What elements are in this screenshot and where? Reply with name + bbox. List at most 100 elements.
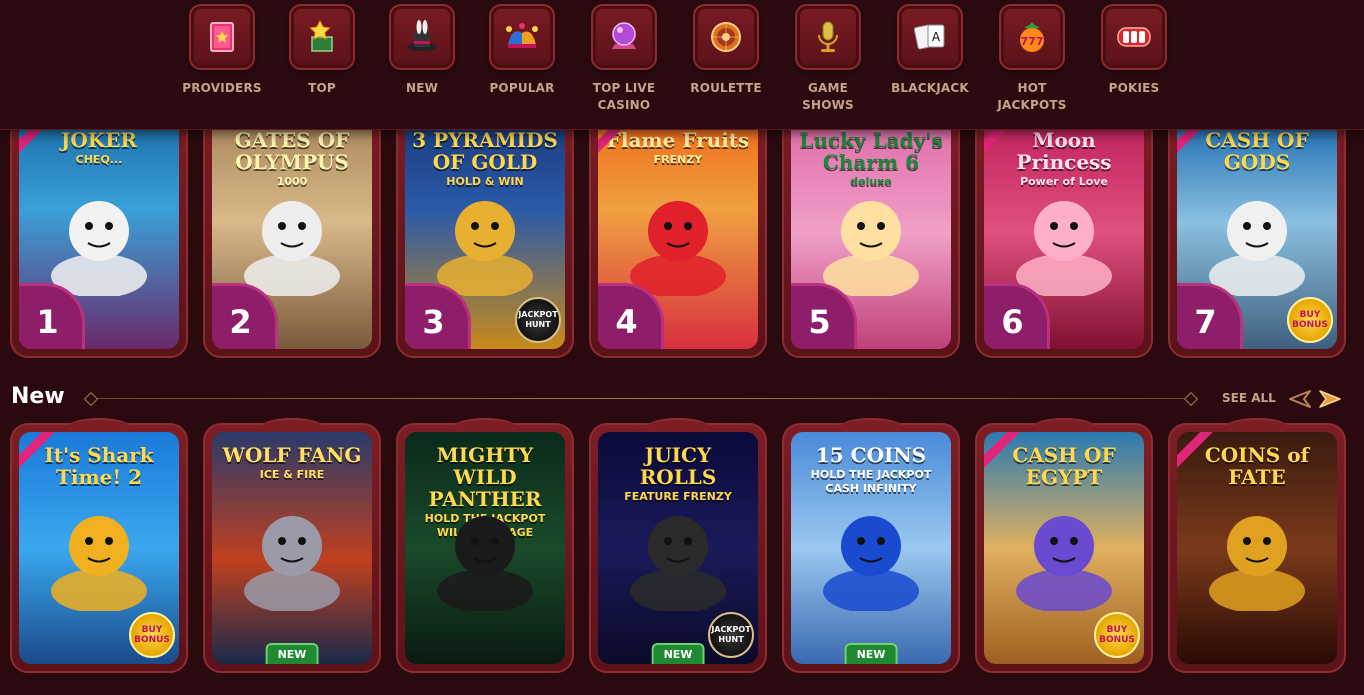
category-label: TOP <box>308 81 336 95</box>
game-title-text: Moon Princess <box>1016 128 1112 174</box>
game-thumbnail: COINS of FATE <box>1177 432 1337 664</box>
svg-text:777: 777 <box>1021 35 1044 48</box>
game-card[interactable]: JOKER CHEQ... 1 <box>10 103 188 358</box>
category-label: HOT JACKPOTS <box>997 81 1067 112</box>
game-thumbnail: 15 COINS HOLD THE JACKPOT CASH INFINITY N… <box>791 432 951 664</box>
star-box-icon <box>289 4 355 70</box>
game-title: CASH OF EGYPT <box>984 444 1144 488</box>
crystal-ball-icon <box>591 4 657 70</box>
game-thumbnail: GATES OF OLYMPUS 1000 2 <box>212 117 372 349</box>
jester-hat-icon <box>489 4 555 70</box>
game-title: WOLF FANG ICE & FIRE <box>212 444 372 482</box>
category-pokies[interactable]: POKIES <box>1088 4 1180 97</box>
buy-bonus-badge: BUY BONUS <box>1287 297 1333 343</box>
game-thumbnail: CASH OF GODS BUY BONUS 7 <box>1177 117 1337 349</box>
game-thumbnail: JUICY ROLLS FEATURE FRENZY JACKPOT HUNT NE… <box>598 432 758 664</box>
category-label: POPULAR <box>489 81 555 95</box>
game-character-illustration <box>1202 176 1312 300</box>
category-label: GAME SHOWS <box>802 81 854 112</box>
category-label: NEW <box>405 81 439 95</box>
game-title-text: 3 PYRAMIDS OF GOLD <box>412 128 558 174</box>
category-hot-jackpots[interactable]: 777 HOT JACKPOTS <box>986 4 1078 114</box>
svg-text:A: A <box>932 30 941 44</box>
section-title: New <box>11 384 65 409</box>
playing-cards-icon: A <box>897 4 963 70</box>
microphone-icon <box>795 4 861 70</box>
section-divider <box>86 398 1196 399</box>
prev-arrow-icon[interactable] <box>1286 388 1312 410</box>
game-title-text: 15 COINS <box>815 443 927 467</box>
game-card[interactable]: GATES OF OLYMPUS 1000 2 <box>203 103 381 358</box>
game-title-text: WOLF FANG <box>222 443 362 467</box>
game-card[interactable]: Lucky Lady's Charm 6 deluxe 5 <box>782 103 960 358</box>
buy-bonus-badge: BUY BONUS <box>129 612 175 658</box>
game-card[interactable]: 3 PYRAMIDS OF GOLD HOLD & WIN JACKPOT HUN… <box>396 103 574 358</box>
category-popular[interactable]: POPULAR <box>476 4 568 97</box>
game-card[interactable]: CASH OF EGYPT BUY BONUS <box>975 418 1153 673</box>
category-roulette[interactable]: ROULETTE <box>680 4 772 97</box>
game-character-illustration <box>237 176 347 300</box>
category-new[interactable]: NEW <box>376 4 468 97</box>
category-label: TOP LIVE CASINO <box>592 81 656 112</box>
category-providers[interactable]: PROVIDERS <box>176 4 268 97</box>
game-card[interactable]: MIGHTY WILD PANTHERHOLD THE JACKPOT WILD… <box>396 418 574 673</box>
game-title-text: JUICY ROLLS <box>639 443 717 489</box>
see-all-link[interactable]: SEE ALL <box>1222 391 1276 405</box>
game-title-text: Flame Fruits <box>606 128 750 152</box>
game-title-text: It's Shark Time! 2 <box>44 443 154 489</box>
game-title: CASH OF GODS <box>1177 129 1337 173</box>
magic-hat-icon <box>389 4 455 70</box>
game-character-illustration <box>44 491 154 615</box>
game-card[interactable]: It's Shark Time! 2 BUY BONUS <box>10 418 188 673</box>
book-icon <box>189 4 255 70</box>
new-tag: NEW <box>265 643 319 664</box>
game-title-text: JOKER <box>60 128 138 152</box>
game-card[interactable]: WOLF FANG ICE & FIRE NEW <box>203 418 381 673</box>
jackpot-hunt-badge: JACKPOT HUNT <box>708 612 754 658</box>
game-title: Flame Fruits FRENZY <box>598 129 758 167</box>
game-thumbnail: Lucky Lady's Charm 6 deluxe 5 <box>791 117 951 349</box>
game-title-text: Lucky Lady's Charm 6 <box>799 128 943 174</box>
category-top[interactable]: TOP <box>276 4 368 97</box>
game-character-illustration <box>816 176 926 300</box>
category-label: ROULETTE <box>690 81 762 95</box>
roulette-wheel-icon <box>693 4 759 70</box>
game-character-illustration <box>430 176 540 300</box>
game-thumbnail: JOKER CHEQ... 1 <box>19 117 179 349</box>
category-label: BLACKJACK <box>891 81 969 95</box>
game-subtitle: FRENZY <box>653 153 703 166</box>
game-card[interactable]: Moon Princess Power of Love 6 <box>975 103 1153 358</box>
game-card[interactable]: COINS of FATE <box>1168 418 1346 673</box>
category-nav: PROVIDERS TOP NEW POPULAR TOP LIVE CASIN… <box>0 0 1364 130</box>
game-character-illustration <box>623 176 733 300</box>
slot-reels-icon <box>1101 4 1167 70</box>
new-tag: NEW <box>651 643 705 664</box>
game-title: JOKER CHEQ... <box>19 129 179 167</box>
game-thumbnail: CASH OF EGYPT BUY BONUS <box>984 432 1144 664</box>
game-card[interactable]: Flame Fruits FRENZY 4 <box>589 103 767 358</box>
buy-bonus-badge: BUY BONUS <box>1094 612 1140 658</box>
game-character-illustration <box>1202 491 1312 615</box>
game-thumbnail: Moon Princess Power of Love 6 <box>984 117 1144 349</box>
game-thumbnail: MIGHTY WILD PANTHERHOLD THE JACKPOT WILD… <box>405 432 565 664</box>
category-blackjack[interactable]: A BLACKJACK <box>884 4 976 97</box>
game-character-illustration <box>237 491 347 615</box>
category-top-live-casino[interactable]: TOP LIVE CASINO <box>578 4 670 114</box>
game-title: 15 COINS HOLD THE JACKPOT CASH INFINITY <box>791 444 951 496</box>
game-title-text: COINS of FATE <box>1204 443 1310 489</box>
game-card[interactable]: 15 COINS HOLD THE JACKPOT CASH INFINITY N… <box>782 418 960 673</box>
jackpot-hunt-badge: JACKPOT HUNT <box>515 297 561 343</box>
new-tag: NEW <box>844 643 898 664</box>
game-thumbnail: WOLF FANG ICE & FIRE NEW <box>212 432 372 664</box>
next-arrow-icon[interactable] <box>1318 388 1344 410</box>
category-game-shows[interactable]: GAME SHOWS <box>782 4 874 114</box>
category-label: PROVIDERS <box>182 81 262 95</box>
game-card[interactable]: CASH OF GODS BUY BONUS 7 <box>1168 103 1346 358</box>
game-character-illustration <box>816 491 926 615</box>
category-label: POKIES <box>1108 81 1160 95</box>
game-title-text: CASH OF GODS <box>1205 128 1309 174</box>
lucky-777-icon: 777 <box>999 4 1065 70</box>
game-card[interactable]: JUICY ROLLS FEATURE FRENZY JACKPOT HUNT NE… <box>589 418 767 673</box>
game-character-illustration <box>1009 176 1119 300</box>
game-thumbnail: Flame Fruits FRENZY 4 <box>598 117 758 349</box>
